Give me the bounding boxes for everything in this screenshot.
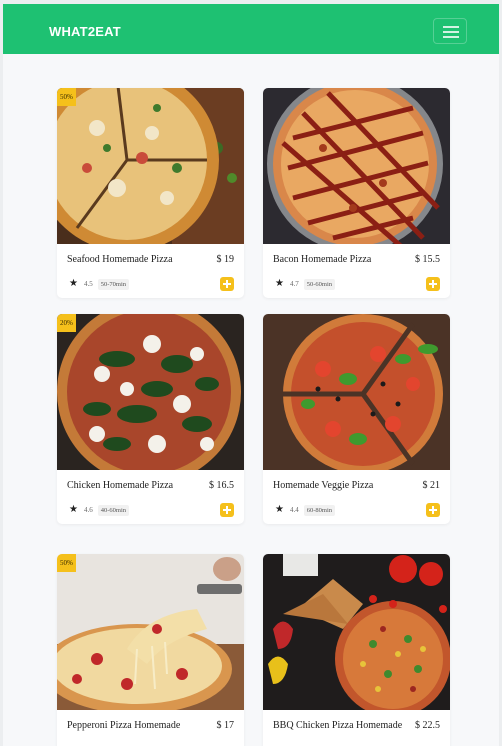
- discount-badge: 50%: [57, 88, 76, 106]
- product-meta: ★ 4.6 40-60min: [69, 503, 129, 517]
- navbar: WHAT2EAT: [3, 4, 499, 54]
- product-image[interactable]: [57, 314, 244, 470]
- discount-badge: 50%: [57, 554, 76, 572]
- product-image[interactable]: [263, 554, 450, 710]
- product-price: $ 15.5: [415, 254, 440, 265]
- product-price: $ 16.5: [209, 480, 234, 491]
- brand-logo[interactable]: WHAT2EAT: [49, 24, 121, 39]
- product-meta: ★ 4.5 50-70min: [69, 277, 129, 291]
- app-frame: WHAT2EAT 50% Seafood Homemade Pizza $ 19…: [3, 4, 499, 746]
- star-icon: ★: [69, 278, 78, 289]
- product-card[interactable]: 50% Pepperoni Pizza Homemade $ 17: [57, 554, 244, 746]
- product-rating: 4.5: [83, 280, 93, 288]
- product-name[interactable]: Pepperoni Pizza Homemade: [67, 720, 180, 731]
- delivery-time: 60-80min: [303, 504, 335, 516]
- product-name[interactable]: Bacon Homemade Pizza: [273, 254, 371, 265]
- product-name[interactable]: Chicken Homemade Pizza: [67, 480, 173, 491]
- product-image[interactable]: [57, 88, 244, 244]
- hamburger-menu-icon[interactable]: [433, 18, 467, 44]
- star-icon: ★: [69, 504, 78, 515]
- product-card[interactable]: BBQ Chicken Pizza Homemade $ 22.5: [263, 554, 450, 746]
- product-name[interactable]: Seafood Homemade Pizza: [67, 254, 173, 265]
- delivery-time: 50-70min: [97, 278, 129, 290]
- product-name[interactable]: BBQ Chicken Pizza Homemade: [273, 720, 402, 731]
- product-meta: ★ 4.4 60-80min: [275, 503, 335, 517]
- product-price: $ 17: [216, 720, 235, 731]
- product-rating: 4.6: [83, 506, 93, 514]
- star-icon: ★: [275, 504, 284, 515]
- delivery-time: 50-60min: [303, 278, 335, 290]
- discount-badge: 20%: [57, 314, 76, 332]
- delivery-time: 40-60min: [97, 504, 129, 516]
- product-rating: 4.7: [289, 280, 299, 288]
- product-meta: ★ 4.7 50-60min: [275, 277, 335, 291]
- product-card[interactable]: Homemade Veggie Pizza $ 21 ★ 4.4 60-80mi…: [263, 314, 450, 524]
- product-image[interactable]: [263, 88, 450, 244]
- add-to-cart-icon[interactable]: [426, 503, 440, 517]
- product-price: $ 22.5: [415, 720, 440, 731]
- product-price: $ 19: [216, 254, 235, 265]
- product-image[interactable]: [263, 314, 450, 470]
- product-price: $ 21: [422, 480, 441, 491]
- product-card[interactable]: 50% Seafood Homemade Pizza $ 19 ★ 4.5 50…: [57, 88, 244, 298]
- add-to-cart-icon[interactable]: [220, 277, 234, 291]
- product-rating: 4.4: [289, 506, 299, 514]
- add-to-cart-icon[interactable]: [220, 503, 234, 517]
- add-to-cart-icon[interactable]: [426, 277, 440, 291]
- product-card[interactable]: Bacon Homemade Pizza $ 15.5 ★ 4.7 50-60m…: [263, 88, 450, 298]
- star-icon: ★: [275, 278, 284, 289]
- product-image[interactable]: [57, 554, 244, 710]
- product-card[interactable]: 20% Chicken Homemade Pizza $ 16.5 ★ 4.6 …: [57, 314, 244, 524]
- product-name[interactable]: Homemade Veggie Pizza: [273, 480, 373, 491]
